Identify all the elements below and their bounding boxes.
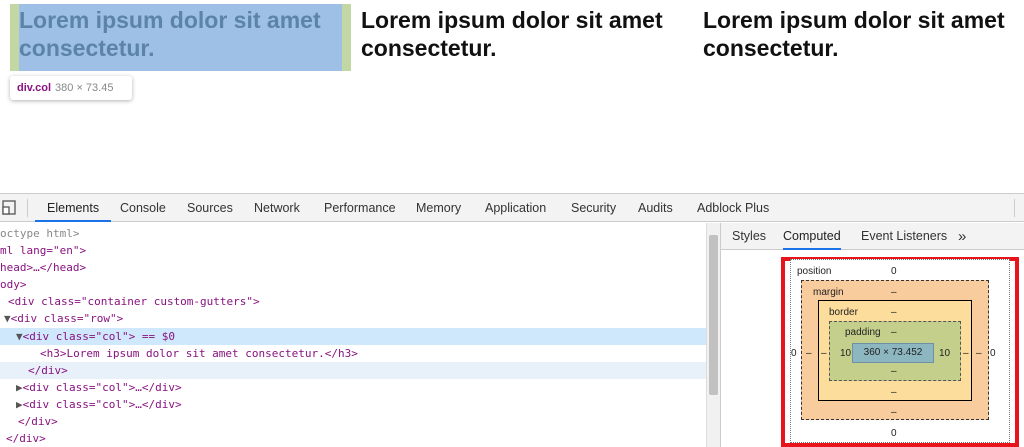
styles-sidebar: Styles Computed Event Listeners » 360 × … <box>720 223 1024 447</box>
dom-line-row-close[interactable]: </div> <box>0 413 706 430</box>
elements-tree[interactable]: octype html> ml lang="en"> head>…</head>… <box>0 223 706 447</box>
toolbar-divider <box>27 199 28 217</box>
expand-triangle-icon[interactable]: ▶ <box>16 398 23 411</box>
margin-bottom-value[interactable]: – <box>891 407 897 418</box>
devtools-panel: Elements Console Sources Network Perform… <box>0 193 1024 447</box>
tab-performance[interactable]: Performance <box>324 194 396 222</box>
dom-line-col-3[interactable]: ▶<div class="col">…</div> <box>0 396 706 413</box>
dom-line-doctype[interactable]: octype html> <box>0 225 706 242</box>
toolbar-divider-right <box>1014 199 1015 217</box>
padding-left-value[interactable]: 10 <box>840 348 851 359</box>
position-bottom-value[interactable]: 0 <box>891 428 897 439</box>
tab-audits[interactable]: Audits <box>638 194 673 222</box>
dom-text: </div> <box>18 415 58 428</box>
dom-text: head>…</head> <box>0 261 87 274</box>
position-top-value[interactable]: 0 <box>891 266 897 277</box>
position-label: position <box>797 266 832 277</box>
dom-text: </div> <box>28 364 68 377</box>
element-tooltip: div.col 380 × 73.45 <box>10 76 132 100</box>
dom-text: <h3>Lorem ipsum dolor sit amet consectet… <box>40 347 358 360</box>
dom-line-row[interactable]: ▼<div class="row"> <box>0 310 706 327</box>
position-right-value[interactable]: 0 <box>990 348 996 359</box>
dom-text: <div class="col">…</div> <box>22 398 182 411</box>
dom-line-head[interactable]: head>…</head> <box>0 259 706 276</box>
border-left-value[interactable]: – <box>821 348 827 359</box>
box-model-content[interactable]: 360 × 73.452 <box>852 343 934 363</box>
position-left-value[interactable]: 0 <box>791 348 797 359</box>
device-toolbar-icon[interactable] <box>2 200 16 215</box>
tab-console[interactable]: Console <box>120 194 166 222</box>
elements-scrollbar[interactable] <box>706 223 720 447</box>
border-bottom-value[interactable]: – <box>891 387 897 398</box>
border-right-value[interactable]: – <box>963 348 969 359</box>
dom-line-html[interactable]: ml lang="en"> <box>0 242 706 259</box>
border-top-value[interactable]: – <box>891 307 897 318</box>
tab-event-listeners[interactable]: Event Listeners <box>861 223 947 250</box>
dom-text: ml lang="en"> <box>0 244 87 257</box>
margin-top-value[interactable]: – <box>891 287 897 298</box>
dom-line-body[interactable]: ody> <box>0 276 706 293</box>
dom-line-col-selected[interactable]: ▼<div class="col"> == $0 <box>0 328 706 345</box>
tab-styles[interactable]: Styles <box>732 223 766 250</box>
tab-memory[interactable]: Memory <box>416 194 461 222</box>
tab-application[interactable]: Application <box>485 194 546 222</box>
column-heading-3: Lorem ipsum dolor sit amet consectetur. <box>703 7 1005 61</box>
dom-line-col-close[interactable]: </div> <box>0 362 706 379</box>
margin-left-value[interactable]: – <box>806 348 812 359</box>
dom-text: <div class="container custom-gutters"> <box>8 295 260 308</box>
tab-network[interactable]: Network <box>254 194 300 222</box>
tooltip-tag: div.col <box>17 82 52 94</box>
sidebar-tabs: Styles Computed Event Listeners » <box>721 223 1024 250</box>
scrollbar-thumb[interactable] <box>709 235 718 395</box>
tab-sources[interactable]: Sources <box>187 194 233 222</box>
padding-right-value[interactable]: 10 <box>939 348 950 359</box>
expand-triangle-icon[interactable]: ▶ <box>16 381 23 394</box>
padding-bottom-value[interactable]: – <box>891 366 897 377</box>
dom-line-col-2[interactable]: ▶<div class="col">…</div> <box>0 379 706 396</box>
dom-text: octype html> <box>0 227 80 240</box>
dom-text: <div class="col"> == $0 <box>22 330 175 343</box>
devtools-toolbar: Elements Console Sources Network Perform… <box>0 194 1024 222</box>
tooltip-dimensions: 380 × 73.45 <box>55 82 114 94</box>
margin-right-value[interactable]: – <box>976 348 982 359</box>
tab-elements[interactable]: Elements <box>35 194 112 222</box>
page-viewport: Lorem ipsum dolor sit amet consectetur. … <box>0 0 1024 193</box>
tab-security[interactable]: Security <box>571 194 616 222</box>
column-heading-2: Lorem ipsum dolor sit amet consectetur. <box>361 7 663 61</box>
tab-computed[interactable]: Computed <box>783 223 841 250</box>
tab-adblock-plus[interactable]: Adblock Plus <box>697 194 769 222</box>
dom-line-h3[interactable]: <h3>Lorem ipsum dolor sit amet consectet… <box>0 345 706 362</box>
dom-text: <div class="col">…</div> <box>22 381 182 394</box>
border-label: border <box>829 307 858 318</box>
dom-line-container[interactable]: <div class="container custom-gutters"> <box>0 293 706 310</box>
expand-triangle-icon[interactable]: ▼ <box>4 312 11 325</box>
dom-text: <div class="row"> <box>10 312 124 325</box>
dom-text: ody> <box>0 278 27 291</box>
dom-text: </div> <box>6 432 46 445</box>
margin-label: margin <box>813 287 844 298</box>
padding-label: padding <box>845 327 881 338</box>
column-heading-1: Lorem ipsum dolor sit amet consectetur. <box>19 7 321 61</box>
more-tabs-chevron-icon[interactable]: » <box>958 223 966 250</box>
expand-triangle-icon[interactable]: ▼ <box>16 330 23 343</box>
dom-line-container-close[interactable]: </div> <box>0 430 706 447</box>
padding-top-value[interactable]: – <box>891 327 897 338</box>
